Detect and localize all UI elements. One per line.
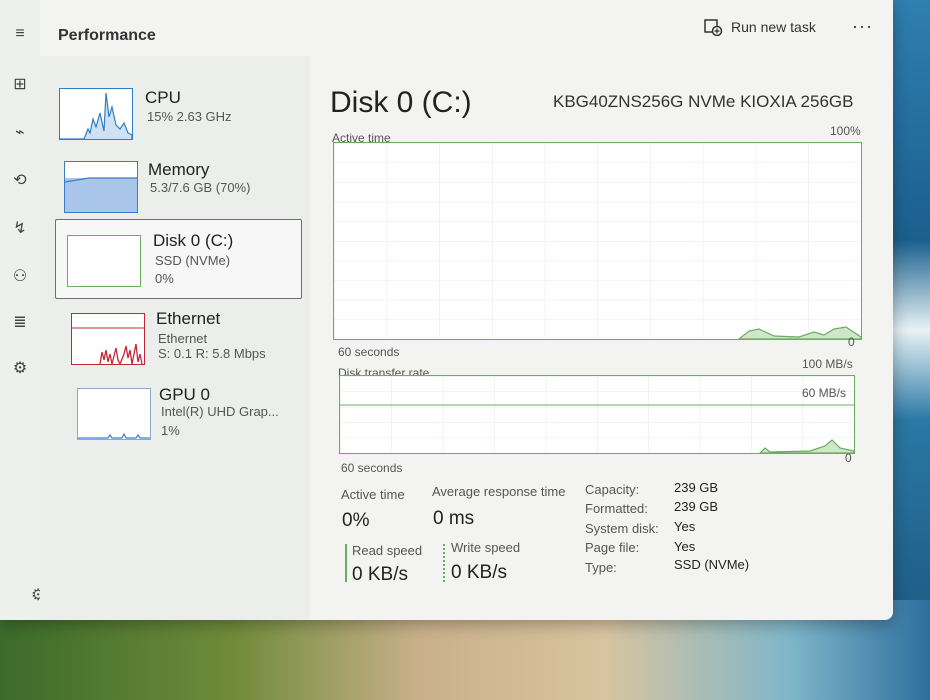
sidebar-item-label: Memory bbox=[148, 160, 210, 179]
formatted-value: 239 GB bbox=[674, 499, 719, 514]
active-time-max-label: 100% bbox=[830, 124, 861, 138]
details-icon[interactable]: ≣ bbox=[8, 310, 32, 334]
type-label: Type: bbox=[585, 560, 617, 575]
read-speed-label: Read speed bbox=[352, 543, 423, 558]
write-speed-indicator bbox=[443, 544, 445, 582]
sidebar-item-gpu[interactable]: GPU 0 Intel(R) UHD Grap... 1% bbox=[55, 383, 300, 461]
task-manager-window: ≡ ⊞ ⌁ ⟲ ↯ ⚇ ≣ ⚙ ⚙ Performance Run new ta… bbox=[0, 0, 893, 620]
app-history-icon[interactable]: ⟲ bbox=[8, 168, 32, 192]
cpu-thumbnail-graph bbox=[59, 88, 133, 140]
sidebar-item-detail: SSD (NVMe) bbox=[155, 253, 231, 268]
transfer-rate-mid-label: 60 MB/s bbox=[802, 386, 847, 400]
active-time-stat-label: Active time bbox=[341, 487, 405, 502]
type-value: SSD (NVMe) bbox=[674, 557, 750, 572]
services-icon[interactable]: ⚙ bbox=[8, 356, 32, 380]
page-file-label: Page file: bbox=[585, 540, 640, 555]
sidebar-item-detail: 15% 2.63 GHz bbox=[147, 109, 232, 124]
more-options-icon[interactable]: ··· bbox=[852, 16, 873, 37]
active-time-min-label: 0 bbox=[848, 335, 855, 349]
avg-response-stat-label: Average response time bbox=[432, 484, 566, 499]
page-title: Performance bbox=[58, 27, 156, 44]
sidebar-item-label: CPU bbox=[145, 88, 181, 107]
disk-model: KBG40ZNS256G NVMe KIOXIA 256GB bbox=[553, 92, 854, 111]
transfer-rate-max-label: 100 MB/s bbox=[802, 357, 853, 371]
run-task-icon bbox=[704, 19, 723, 36]
active-time-chart bbox=[334, 143, 862, 340]
sidebar-item-disk[interactable]: Disk 0 (C:) SSD (NVMe) 0% bbox=[55, 219, 302, 299]
system-disk-value: Yes bbox=[674, 519, 696, 534]
page-file-value: Yes bbox=[674, 539, 696, 554]
users-icon[interactable]: ⚇ bbox=[8, 264, 32, 288]
startup-apps-icon[interactable]: ↯ bbox=[8, 216, 32, 240]
sidebar-item-ethernet[interactable]: Ethernet Ethernet S: 0.1 R: 5.8 Mbps bbox=[55, 305, 300, 383]
sidebar-item-detail: 5.3/7.6 GB (70%) bbox=[150, 180, 251, 195]
system-disk-label: System disk: bbox=[585, 521, 659, 536]
active-time-graph bbox=[333, 142, 862, 340]
avg-response-stat-value: 0 ms bbox=[433, 508, 475, 529]
transfer-rate-chart bbox=[340, 376, 855, 454]
transfer-rate-duration-label: 60 seconds bbox=[341, 461, 403, 475]
navigation-rail: ≡ ⊞ ⌁ ⟲ ↯ ⚇ ≣ ⚙ ⚙ bbox=[0, 0, 45, 620]
capacity-label: Capacity: bbox=[585, 482, 640, 497]
read-speed-value: 0 KB/s bbox=[352, 564, 408, 585]
write-speed-value: 0 KB/s bbox=[451, 562, 507, 583]
write-speed-label: Write speed bbox=[451, 540, 521, 555]
read-speed-indicator bbox=[345, 544, 347, 582]
sidebar-item-detail: Intel(R) UHD Grap... bbox=[161, 404, 279, 419]
gpu-thumbnail-graph bbox=[77, 388, 151, 440]
sidebar-item-usage: 1% bbox=[161, 423, 180, 438]
disk-thumbnail-graph bbox=[67, 235, 141, 287]
processes-icon[interactable]: ⊞ bbox=[8, 72, 32, 96]
sidebar-item-usage: 0% bbox=[155, 271, 174, 286]
performance-icon[interactable]: ⌁ bbox=[8, 120, 32, 144]
sidebar-item-cpu[interactable]: CPU 15% 2.63 GHz bbox=[55, 80, 300, 158]
menu-icon[interactable]: ≡ bbox=[8, 22, 32, 46]
formatted-label: Formatted: bbox=[585, 501, 648, 516]
run-new-task-label: Run new task bbox=[731, 19, 816, 35]
run-new-task-button[interactable]: Run new task bbox=[703, 18, 816, 36]
disk-title: Disk 0 (C:) bbox=[330, 86, 472, 119]
transfer-rate-min-label: 0 bbox=[845, 451, 852, 465]
sidebar-item-label: Disk 0 (C:) bbox=[153, 231, 234, 250]
transfer-rate-graph bbox=[339, 375, 855, 454]
capacity-value: 239 GB bbox=[674, 480, 719, 495]
active-time-stat-value: 0% bbox=[342, 510, 370, 531]
ethernet-thumbnail-graph bbox=[71, 313, 145, 365]
sidebar-item-rate: S: 0.1 R: 5.8 Mbps bbox=[158, 346, 266, 361]
active-time-duration-label: 60 seconds bbox=[338, 345, 400, 359]
sidebar-item-label: GPU 0 bbox=[159, 385, 211, 404]
memory-thumbnail-graph bbox=[64, 161, 138, 213]
sidebar-item-label: Ethernet bbox=[156, 309, 221, 328]
